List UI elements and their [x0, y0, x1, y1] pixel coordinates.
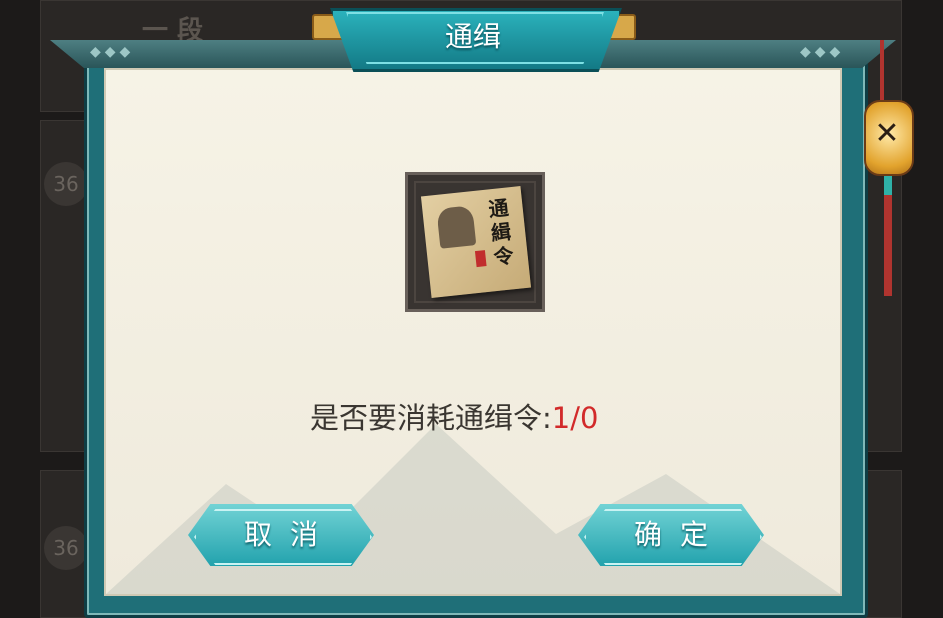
portrait-icon	[436, 205, 477, 249]
dialog-title: 通缉	[444, 20, 501, 53]
cancel-button-label[interactable]: 取消	[188, 504, 374, 566]
seal-icon	[474, 250, 487, 268]
item-slot[interactable]: 通緝令	[405, 172, 545, 312]
wanted-poster-icon: 通緝令	[420, 186, 532, 298]
lantern-rope	[880, 40, 884, 102]
confirm-button-label[interactable]: 确定	[578, 504, 764, 566]
consume-question: 是否要消耗通缉令:1/0	[310, 395, 650, 435]
lantern-tassel	[884, 176, 892, 296]
question-prefix: 是否要消耗通缉令:	[310, 401, 552, 435]
background-circle-2: 36	[44, 526, 88, 570]
lantern-mark-icon: ✕	[874, 116, 900, 151]
decor-diamond-icon: ◆◆◆	[90, 44, 135, 60]
question-count: 1/0	[551, 401, 599, 435]
decor-diamond-icon: ◆◆◆	[800, 44, 845, 60]
poster-text: 通緝令	[487, 195, 515, 270]
background-circle-1: 36	[44, 162, 88, 206]
